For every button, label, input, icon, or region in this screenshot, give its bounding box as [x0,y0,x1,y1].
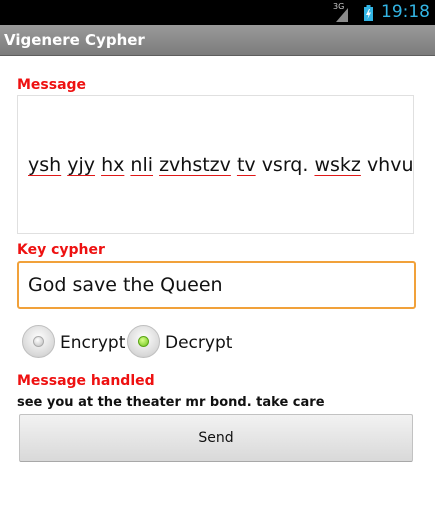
radio-checked-indicator [138,336,149,347]
status-bar: 3G 19:18 [0,0,435,25]
message-word: hx [101,154,125,176]
message-word: wskz [314,154,361,176]
message-word: nli [130,154,154,176]
key-cypher-label: Key cypher [17,242,105,258]
encrypt-label[interactable]: Encrypt [60,333,125,353]
status-clock: 19:18 [381,2,430,22]
encrypt-radio[interactable] [22,325,55,358]
message-text: ysh yjy hx nli zvhstzv tv vsrq. wskz vhv… [28,154,414,176]
radio-unchecked-indicator [33,336,44,347]
message-label: Message [17,77,87,93]
message-word: ysh [28,154,62,176]
message-handled-value: see you at the theater mr bond. take car… [17,395,325,410]
key-cypher-input[interactable]: God save the Queen [17,261,416,309]
battery-charging-icon [364,5,373,21]
message-word: vhvu [366,154,414,176]
message-word: tv [236,154,256,176]
app-title: Vigenere Cypher [0,25,435,56]
decrypt-radio[interactable] [127,325,160,358]
message-word: yjy [67,154,96,176]
decrypt-label[interactable]: Decrypt [165,333,232,353]
send-button[interactable]: Send [19,414,413,462]
message-handled-label: Message handled [17,373,155,389]
signal-icon: 3G [333,2,348,22]
message-word: vsrq. [261,154,309,176]
message-word: zvhstzv [159,154,231,176]
